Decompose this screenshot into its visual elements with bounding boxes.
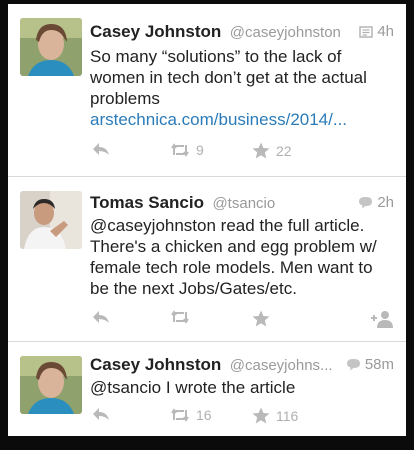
retweet-count: 16 <box>196 407 212 423</box>
tweet-text: @tsancio I wrote the article <box>90 377 396 398</box>
reply-button[interactable] <box>92 142 110 156</box>
avatar[interactable] <box>20 191 82 249</box>
reply-icon <box>93 408 109 420</box>
tweet-text: @caseyjohnston read the full article. Th… <box>90 215 396 299</box>
retweet-count: 9 <box>196 142 204 158</box>
follow-button[interactable] <box>370 310 394 328</box>
user-name[interactable]: Casey Johnston <box>90 355 221 374</box>
timestamp[interactable]: 2h <box>377 194 394 211</box>
conversation-icon <box>359 25 374 38</box>
star-icon <box>252 310 270 327</box>
retweet-button[interactable]: 9 <box>170 142 204 158</box>
tweet-text-content: @caseyjohnston read the full article. Th… <box>90 216 377 298</box>
tweet-meta: 4h <box>359 23 394 40</box>
tweet-header: Casey Johnston @caseyjohnston 4h <box>90 22 394 44</box>
favorite-button[interactable]: 116 <box>252 407 298 424</box>
retweet-icon <box>171 310 189 324</box>
reply-bubble-icon <box>359 197 373 209</box>
tweet-meta: 2h <box>358 194 394 211</box>
retweet-icon <box>171 143 189 157</box>
reply-icon <box>93 311 109 323</box>
tweet-meta: 58m <box>346 356 394 373</box>
user-name[interactable]: Casey Johnston <box>90 22 221 41</box>
user-handle[interactable]: @tsancio <box>212 195 275 212</box>
timestamp[interactable]: 58m <box>365 356 394 373</box>
tweet-header: Casey Johnston @caseyjohns... 58m <box>90 355 394 377</box>
reply-button[interactable] <box>92 310 110 324</box>
favorite-button[interactable] <box>252 310 276 327</box>
tweet-actions: 16 116 <box>90 407 396 429</box>
tweet-2[interactable]: Tomas Sancio @tsancio 2h @caseyjohnston … <box>8 177 406 342</box>
retweet-button[interactable]: 16 <box>170 407 212 423</box>
user-handle[interactable]: @caseyjohnston <box>230 24 341 41</box>
tweet-3[interactable]: Casey Johnston @caseyjohns... 58m @tsanc… <box>8 342 406 436</box>
user-handle[interactable]: @caseyjohns... <box>230 357 333 374</box>
tweet-actions <box>90 310 396 332</box>
avatar[interactable] <box>20 356 82 414</box>
tweet-text-content: So many “solutions” to the lack of women… <box>90 47 367 108</box>
tweet-link[interactable]: arstechnica.com/business/2014/... <box>90 110 347 129</box>
reply-bubble-icon <box>346 359 360 371</box>
tweet-text-content: @tsancio I wrote the article <box>90 378 296 397</box>
user-name[interactable]: Tomas Sancio <box>90 193 204 212</box>
tweet-timeline: Casey Johnston @caseyjohnston 4h So many… <box>8 4 406 436</box>
avatar[interactable] <box>20 18 82 76</box>
reply-button[interactable] <box>92 407 110 421</box>
favorite-count: 22 <box>276 142 292 159</box>
retweet-icon <box>171 408 189 422</box>
star-icon <box>252 142 270 159</box>
favorite-count: 116 <box>276 407 299 424</box>
favorite-button[interactable]: 22 <box>252 142 292 159</box>
tweet-1[interactable]: Casey Johnston @caseyjohnston 4h So many… <box>8 4 406 174</box>
tweet-actions: 9 22 <box>90 142 396 164</box>
star-icon <box>252 407 270 424</box>
retweet-button[interactable] <box>170 310 196 324</box>
tweet-text: So many “solutions” to the lack of women… <box>90 46 396 130</box>
tweet-header: Tomas Sancio @tsancio 2h <box>90 193 394 215</box>
reply-icon <box>93 143 109 155</box>
timestamp[interactable]: 4h <box>377 23 394 40</box>
add-user-icon <box>371 311 393 328</box>
